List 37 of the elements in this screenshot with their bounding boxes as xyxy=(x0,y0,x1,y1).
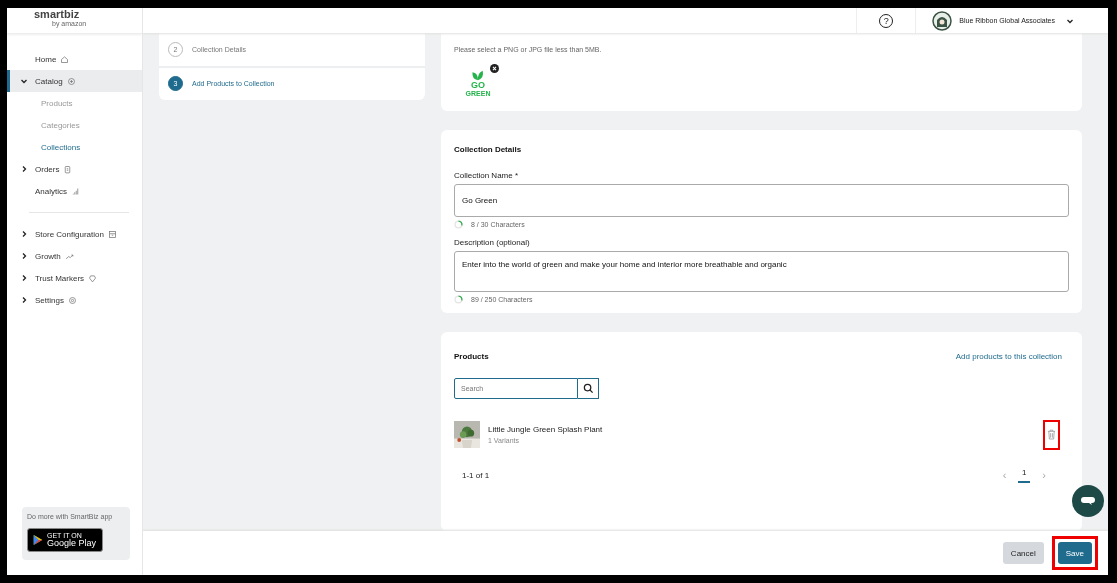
store-icon xyxy=(107,229,117,239)
section-title: Collection Details xyxy=(454,144,523,154)
cancel-button[interactable]: Cancel xyxy=(1002,542,1044,564)
page-number[interactable]: 1 xyxy=(1018,467,1031,483)
nav-item[interactable]: Store Configuration xyxy=(7,223,142,245)
nav-item[interactable]: Orders xyxy=(7,158,142,180)
box-icon xyxy=(66,76,76,86)
product-name: Little Jungle Green Splash Plant xyxy=(488,425,604,435)
gear-icon xyxy=(67,295,77,305)
field-label: Description (optional) xyxy=(454,237,531,247)
save-button[interactable]: Save xyxy=(1057,542,1092,564)
delete-icon[interactable] xyxy=(1043,419,1060,450)
search-icon[interactable] xyxy=(578,377,599,399)
badge-icon xyxy=(88,273,98,283)
clipboard-icon xyxy=(63,164,73,174)
section-title: Products xyxy=(454,351,489,361)
nav-item[interactable]: Analytics xyxy=(7,180,142,202)
bars-icon xyxy=(71,186,80,196)
name-field[interactable]: Go Green xyxy=(454,183,1069,217)
nav-item[interactable]: Settings xyxy=(7,289,142,311)
add-products-link[interactable]: Add products to this collection xyxy=(955,351,1062,361)
avatar-icon xyxy=(932,10,953,31)
nav-item[interactable]: Catalog xyxy=(7,70,142,92)
description-field[interactable]: Enter into the world of green and make your home and interior more breathable and organic xyxy=(454,250,1069,292)
trend-icon xyxy=(64,251,74,261)
chat-icon[interactable] xyxy=(1072,485,1104,517)
result-range: 1-1 of 1 xyxy=(462,470,490,480)
nav-item[interactable]: Home xyxy=(7,48,142,70)
field-label: Collection Name * xyxy=(454,170,520,180)
nav-subitem[interactable]: Collections xyxy=(7,136,142,158)
nav-item[interactable]: Growth xyxy=(7,245,142,267)
home-icon xyxy=(60,54,70,64)
remove-icon[interactable] xyxy=(490,64,499,73)
progress-ring-icon xyxy=(454,219,463,229)
nav-item[interactable]: Trust Markers xyxy=(7,267,142,289)
progress-ring-icon xyxy=(454,294,463,304)
play-store-icon xyxy=(33,534,43,546)
